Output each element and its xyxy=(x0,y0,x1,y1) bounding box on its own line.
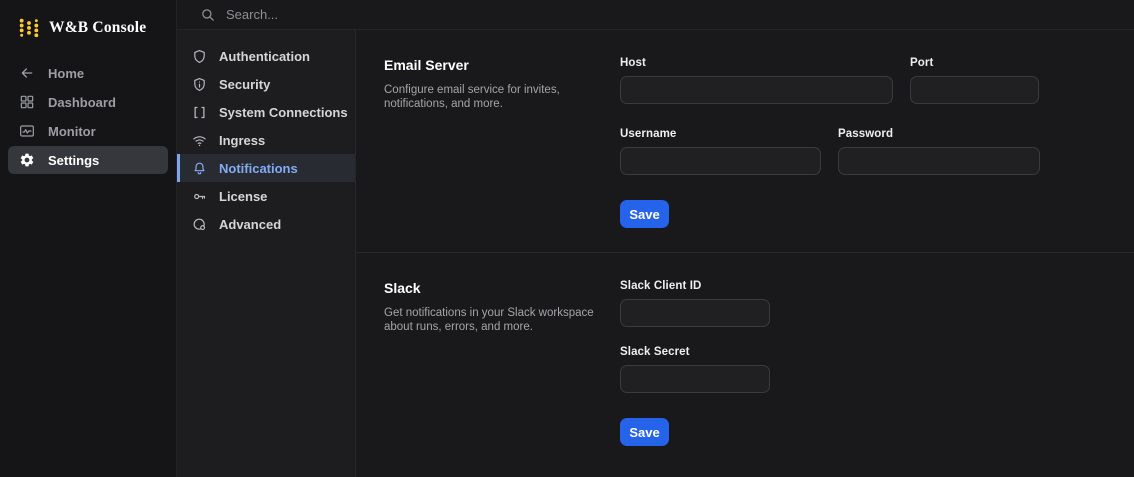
settings-nav-label: System Connections xyxy=(219,104,348,120)
port-label: Port xyxy=(910,57,934,69)
sidebar-item-label: Settings xyxy=(48,152,100,168)
wifi-icon xyxy=(192,133,207,148)
search-icon xyxy=(200,7,215,22)
settings-nav-system-connections[interactable]: System Connections xyxy=(177,98,355,126)
password-label: Password xyxy=(838,128,894,140)
email-save-button[interactable]: Save xyxy=(620,200,669,228)
sidebar-item-home[interactable]: Home xyxy=(8,59,168,87)
sidebar-item-label: Dashboard xyxy=(48,94,116,110)
slack-secret-label: Slack Secret xyxy=(620,346,690,358)
app-logo-row: W&B Console xyxy=(0,0,176,53)
slack-section: Slack Get notifications in your Slack wo… xyxy=(356,253,1134,477)
settings-nav-label: Advanced xyxy=(219,216,282,232)
settings-nav-label: Security xyxy=(219,76,271,92)
arrow-left-icon xyxy=(19,65,35,81)
slack-client-id-label: Slack Client ID xyxy=(620,280,702,292)
app-title: W&B Console xyxy=(49,19,147,36)
settings-nav-label: Notifications xyxy=(219,160,298,176)
password-input[interactable] xyxy=(838,147,1040,175)
settings-nav-license[interactable]: License xyxy=(177,182,355,210)
topbar xyxy=(177,0,1134,30)
brackets-icon xyxy=(192,105,207,120)
settings-nav-security[interactable]: Security xyxy=(177,70,355,98)
email-server-form: Host Port Username Password Save xyxy=(620,57,1134,252)
wandb-logo-icon xyxy=(18,17,40,39)
email-server-section: Email Server Configure email service for… xyxy=(356,30,1134,253)
username-label: Username xyxy=(620,128,677,140)
section-title: Email Server xyxy=(384,57,469,73)
section-description: Get notifications in your Slack workspac… xyxy=(384,307,594,333)
settings-nav-advanced[interactable]: Advanced xyxy=(177,210,355,238)
settings-nav-authentication[interactable]: Authentication xyxy=(177,42,355,70)
sidebar-item-label: Monitor xyxy=(48,123,96,139)
slack-secret-input[interactable] xyxy=(620,365,770,393)
search-input[interactable] xyxy=(224,6,524,23)
settings-nav: Authentication Security System Connectio… xyxy=(177,30,356,477)
key-icon xyxy=(192,189,207,204)
settings-nav-label: Authentication xyxy=(219,48,310,64)
sidebar-item-settings[interactable]: Settings xyxy=(8,146,168,174)
monitor-chart-icon xyxy=(19,123,35,139)
sidebar-item-label: Home xyxy=(48,65,85,81)
settings-main: Email Server Configure email service for… xyxy=(356,30,1134,477)
bell-icon xyxy=(192,161,207,176)
dashboard-grid-icon xyxy=(19,94,35,110)
host-label: Host xyxy=(620,57,646,69)
primary-nav: Home Dashboard Monitor Settings xyxy=(0,53,176,174)
settings-nav-label: License xyxy=(219,188,268,204)
slack-form: Slack Client ID Slack Secret Save xyxy=(620,280,1134,477)
host-input[interactable] xyxy=(620,76,893,104)
sidebar-item-monitor[interactable]: Monitor xyxy=(8,117,168,145)
port-field-group: Port xyxy=(910,57,1039,104)
port-input[interactable] xyxy=(910,76,1039,104)
shield-info-icon xyxy=(192,77,207,92)
username-input[interactable] xyxy=(620,147,821,175)
username-field-group: Username xyxy=(620,128,821,175)
slack-info: Slack Get notifications in your Slack wo… xyxy=(384,280,620,477)
slack-client-id-input[interactable] xyxy=(620,299,770,327)
settings-nav-ingress[interactable]: Ingress xyxy=(177,126,355,154)
shield-icon xyxy=(192,49,207,64)
section-title: Slack xyxy=(384,280,421,296)
primary-sidebar: W&B Console Home Dashboard Monitor Setti… xyxy=(0,0,177,477)
slack-client-id-field-group: Slack Client ID xyxy=(620,280,1134,327)
advanced-circle-icon xyxy=(192,217,207,232)
slack-secret-field-group: Slack Secret xyxy=(620,346,1134,393)
settings-nav-label: Ingress xyxy=(219,132,266,148)
section-description: Configure email service for invites, not… xyxy=(384,84,560,110)
host-field-group: Host xyxy=(620,57,893,104)
slack-save-button[interactable]: Save xyxy=(620,418,669,446)
email-server-info: Email Server Configure email service for… xyxy=(384,57,620,252)
settings-nav-notifications[interactable]: Notifications xyxy=(177,154,355,182)
password-field-group: Password xyxy=(838,128,1040,175)
sidebar-item-dashboard[interactable]: Dashboard xyxy=(8,88,168,116)
gear-icon xyxy=(19,152,35,168)
